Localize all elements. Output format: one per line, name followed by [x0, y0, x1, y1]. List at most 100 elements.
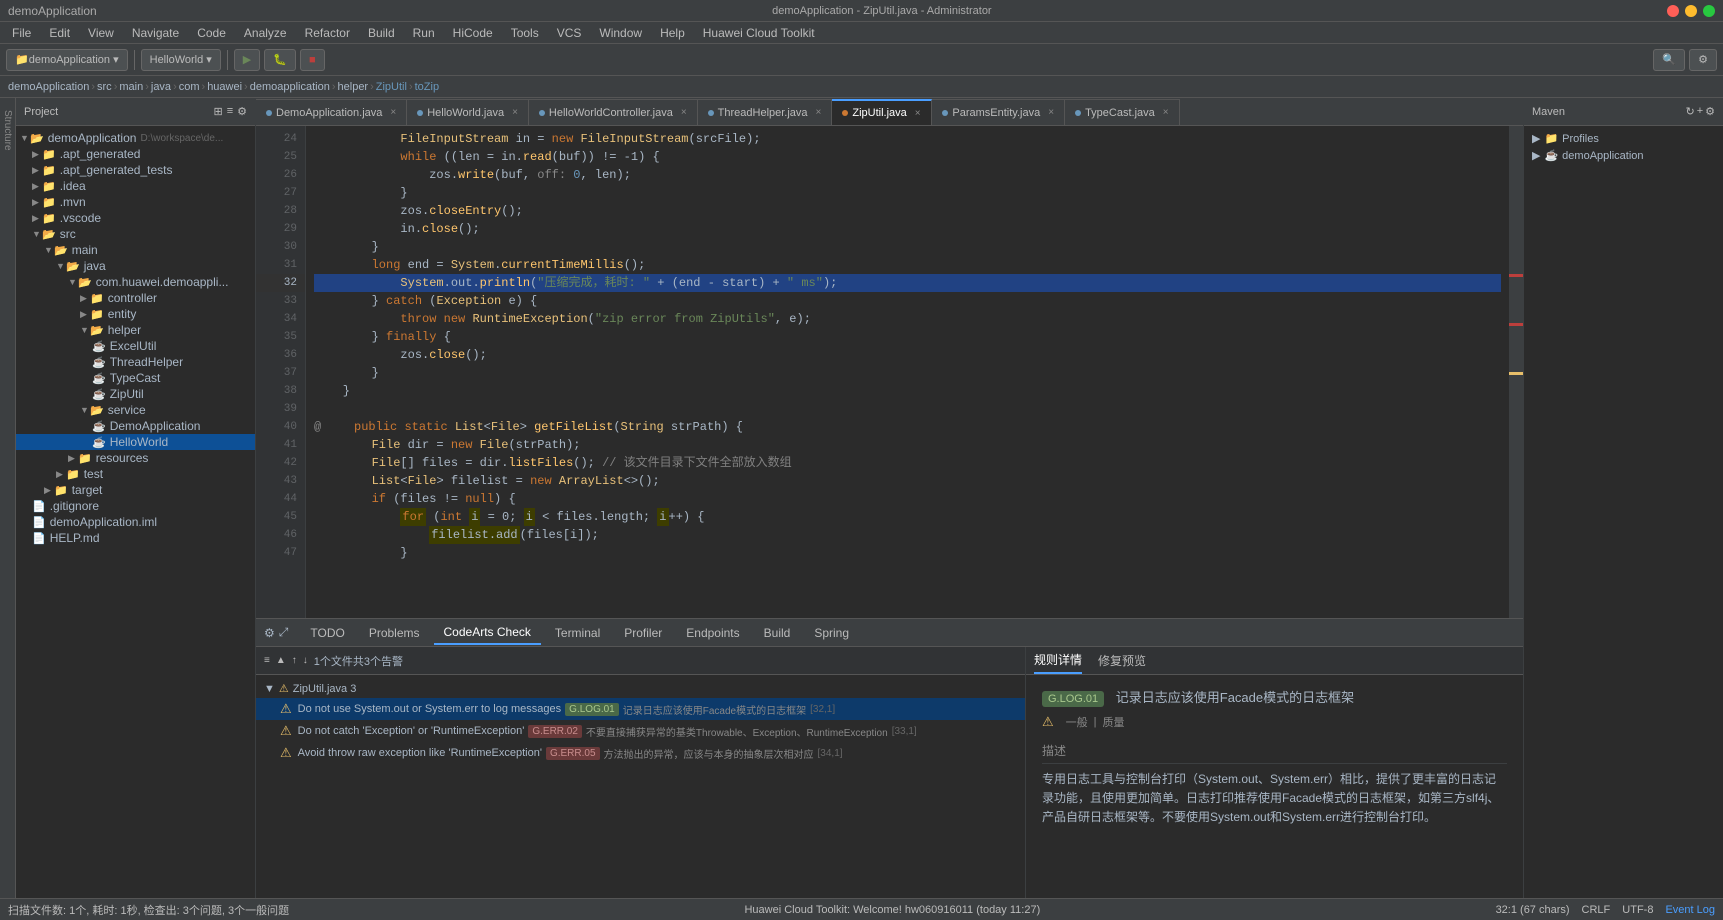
tab-todo[interactable]: TODO: [300, 622, 354, 644]
menu-tools[interactable]: Tools: [503, 24, 547, 42]
menu-help[interactable]: Help: [652, 24, 693, 42]
breadcrumb-huawei[interactable]: huawei: [207, 81, 242, 93]
toolbar-collapse-btn[interactable]: ▲: [276, 655, 286, 666]
tree-help-md[interactable]: 📄 HELP.md: [16, 530, 255, 546]
tab-close-btn[interactable]: ×: [1163, 107, 1169, 118]
tab-threadhelper[interactable]: ThreadHelper.java ×: [698, 99, 833, 125]
menu-view[interactable]: View: [80, 24, 122, 42]
tree-resources[interactable]: ▶ 📁 resources: [16, 450, 255, 466]
tab-spring[interactable]: Spring: [804, 622, 859, 644]
status-position[interactable]: 32:1 (67 chars): [1496, 904, 1570, 916]
menu-run[interactable]: Run: [405, 24, 443, 42]
maximize-button[interactable]: [1703, 5, 1715, 17]
toolbar-prev-btn[interactable]: ↑: [292, 655, 297, 666]
tab-close-btn[interactable]: ×: [512, 107, 518, 118]
status-line-ending[interactable]: CRLF: [1582, 904, 1611, 916]
toolbar-next-btn[interactable]: ↓: [303, 655, 308, 666]
tree-entity[interactable]: ▶ 📁 entity: [16, 306, 255, 322]
tree-typecast[interactable]: ☕ TypeCast: [16, 370, 255, 386]
tree-service[interactable]: ▼ 📂 service: [16, 402, 255, 418]
tree-helloworld[interactable]: ☕ HelloWorld: [16, 434, 255, 450]
breadcrumb-demoapplication2[interactable]: demoapplication: [250, 81, 330, 93]
breadcrumb-java[interactable]: java: [151, 81, 171, 93]
tree-apt[interactable]: ▶ 📁 .apt_generated: [16, 146, 255, 162]
close-button[interactable]: [1667, 5, 1679, 17]
breadcrumb-demoapplication[interactable]: demoApplication: [8, 81, 89, 93]
tab-helloworld[interactable]: HelloWorld.java ×: [407, 99, 529, 125]
tree-test[interactable]: ▶ 📁 test: [16, 466, 255, 482]
toolbar-filter-btn[interactable]: ≡: [264, 655, 270, 666]
tree-main[interactable]: ▼ 📂 main: [16, 242, 255, 258]
menu-window[interactable]: Window: [591, 24, 650, 42]
panel-expand-btn[interactable]: ⤢: [279, 625, 289, 640]
maven-demoapplication[interactable]: ▶ ☕ demoApplication: [1524, 147, 1723, 164]
status-encoding[interactable]: UTF-8: [1622, 904, 1653, 916]
breadcrumb-tozip[interactable]: toZip: [415, 81, 439, 93]
rule-tab-fix[interactable]: 修复预览: [1098, 648, 1146, 673]
tree-demoapplication-iml[interactable]: 📄 demoApplication.iml: [16, 514, 255, 530]
structure-label[interactable]: Structure: [0, 102, 15, 159]
tab-close-btn[interactable]: ×: [816, 107, 822, 118]
menu-code[interactable]: Code: [189, 24, 234, 42]
code-editor[interactable]: 24 25 26 27 28 29 30 31 32 33 34 35 36 3…: [256, 126, 1523, 618]
maven-profiles[interactable]: ▶ 📁 Profiles: [1524, 130, 1723, 147]
menu-vcs[interactable]: VCS: [549, 24, 590, 42]
tree-toolbar-btn-1[interactable]: ⊞: [213, 105, 222, 118]
tab-endpoints[interactable]: Endpoints: [676, 622, 749, 644]
breadcrumb-src[interactable]: src: [97, 81, 112, 93]
debug-button[interactable]: 🐛: [264, 49, 296, 71]
menu-refactor[interactable]: Refactor: [297, 24, 358, 42]
status-summary[interactable]: 扫描文件数: 1个, 耗时: 1秒, 检查出: 3个问题, 3个一般问题: [8, 902, 289, 918]
tree-com-huawei[interactable]: ▼ 📂 com.huawei.demoappli...: [16, 274, 255, 290]
toolbar-run-config[interactable]: HelloWorld ▾: [141, 49, 221, 71]
menu-file[interactable]: File: [4, 24, 39, 42]
tab-close-btn[interactable]: ×: [915, 108, 921, 119]
tab-problems[interactable]: Problems: [359, 622, 430, 644]
tree-controller[interactable]: ▶ 📁 controller: [16, 290, 255, 306]
breadcrumb-helper[interactable]: helper: [338, 81, 369, 93]
tree-ziputil[interactable]: ☕ ZipUtil: [16, 386, 255, 402]
issue-item-1[interactable]: ⚠ Do not use System.out or System.err to…: [256, 698, 1025, 720]
menu-edit[interactable]: Edit: [41, 24, 78, 42]
tree-target[interactable]: ▶ 📁 target: [16, 482, 255, 498]
tree-mvn[interactable]: ▶ 📁 .mvn: [16, 194, 255, 210]
editor-scrollbar[interactable]: [1509, 126, 1523, 618]
tree-helper[interactable]: ▼ 📂 helper: [16, 322, 255, 338]
tab-codearts[interactable]: CodeArts Check: [434, 621, 541, 645]
tab-build[interactable]: Build: [754, 622, 801, 644]
issue-item-2[interactable]: ⚠ Do not catch 'Exception' or 'RuntimeEx…: [256, 720, 1025, 742]
tab-helloworldcontroller[interactable]: HelloWorldController.java ×: [529, 99, 698, 125]
tree-demoapplication[interactable]: ☕ DemoApplication: [16, 418, 255, 434]
tree-idea[interactable]: ▶ 📁 .idea: [16, 178, 255, 194]
menu-navigate[interactable]: Navigate: [124, 24, 187, 42]
tab-terminal[interactable]: Terminal: [545, 622, 610, 644]
tab-close-btn[interactable]: ×: [681, 107, 687, 118]
tree-settings-btn[interactable]: ⚙: [237, 105, 247, 118]
menu-build[interactable]: Build: [360, 24, 403, 42]
tab-close-btn[interactable]: ×: [390, 107, 396, 118]
breadcrumb-com[interactable]: com: [179, 81, 200, 93]
run-button[interactable]: ▶: [234, 49, 260, 71]
issue-group-ziputil[interactable]: ▼ ⚠ ZipUtil.java 3: [256, 679, 1025, 698]
tree-vscode[interactable]: ▶ 📁 .vscode: [16, 210, 255, 226]
tab-ziputil[interactable]: ZipUtil.java ×: [832, 99, 932, 125]
maven-settings-btn[interactable]: ⚙: [1705, 105, 1715, 118]
minimize-button[interactable]: [1685, 5, 1697, 17]
tab-close-btn[interactable]: ×: [1048, 107, 1054, 118]
tab-profiler[interactable]: Profiler: [614, 622, 672, 644]
tab-paramsentity[interactable]: ParamsEntity.java ×: [932, 99, 1065, 125]
code-content[interactable]: FileInputStream in = new FileInputStream…: [306, 126, 1509, 618]
tree-item-root[interactable]: ▼ 📂 demoApplication D:\workspace\de...: [16, 130, 255, 146]
menu-hicode[interactable]: HiCode: [445, 24, 501, 42]
stop-button[interactable]: ■: [300, 49, 325, 71]
tab-typecast[interactable]: TypeCast.java ×: [1065, 99, 1180, 125]
toolbar-project-btn[interactable]: 📁 demoApplication ▾: [6, 49, 128, 71]
tree-threadhelper[interactable]: ☕ ThreadHelper: [16, 354, 255, 370]
issue-item-3[interactable]: ⚠ Avoid throw raw exception like 'Runtim…: [256, 742, 1025, 764]
menu-analyze[interactable]: Analyze: [236, 24, 295, 42]
maven-refresh-btn[interactable]: ↻: [1685, 105, 1694, 118]
tab-demoapplication[interactable]: DemoApplication.java ×: [256, 99, 407, 125]
status-event-log[interactable]: Event Log: [1665, 904, 1715, 916]
menu-huawei[interactable]: Huawei Cloud Toolkit: [695, 24, 823, 42]
tree-apt-tests[interactable]: ▶ 📁 .apt_generated_tests: [16, 162, 255, 178]
